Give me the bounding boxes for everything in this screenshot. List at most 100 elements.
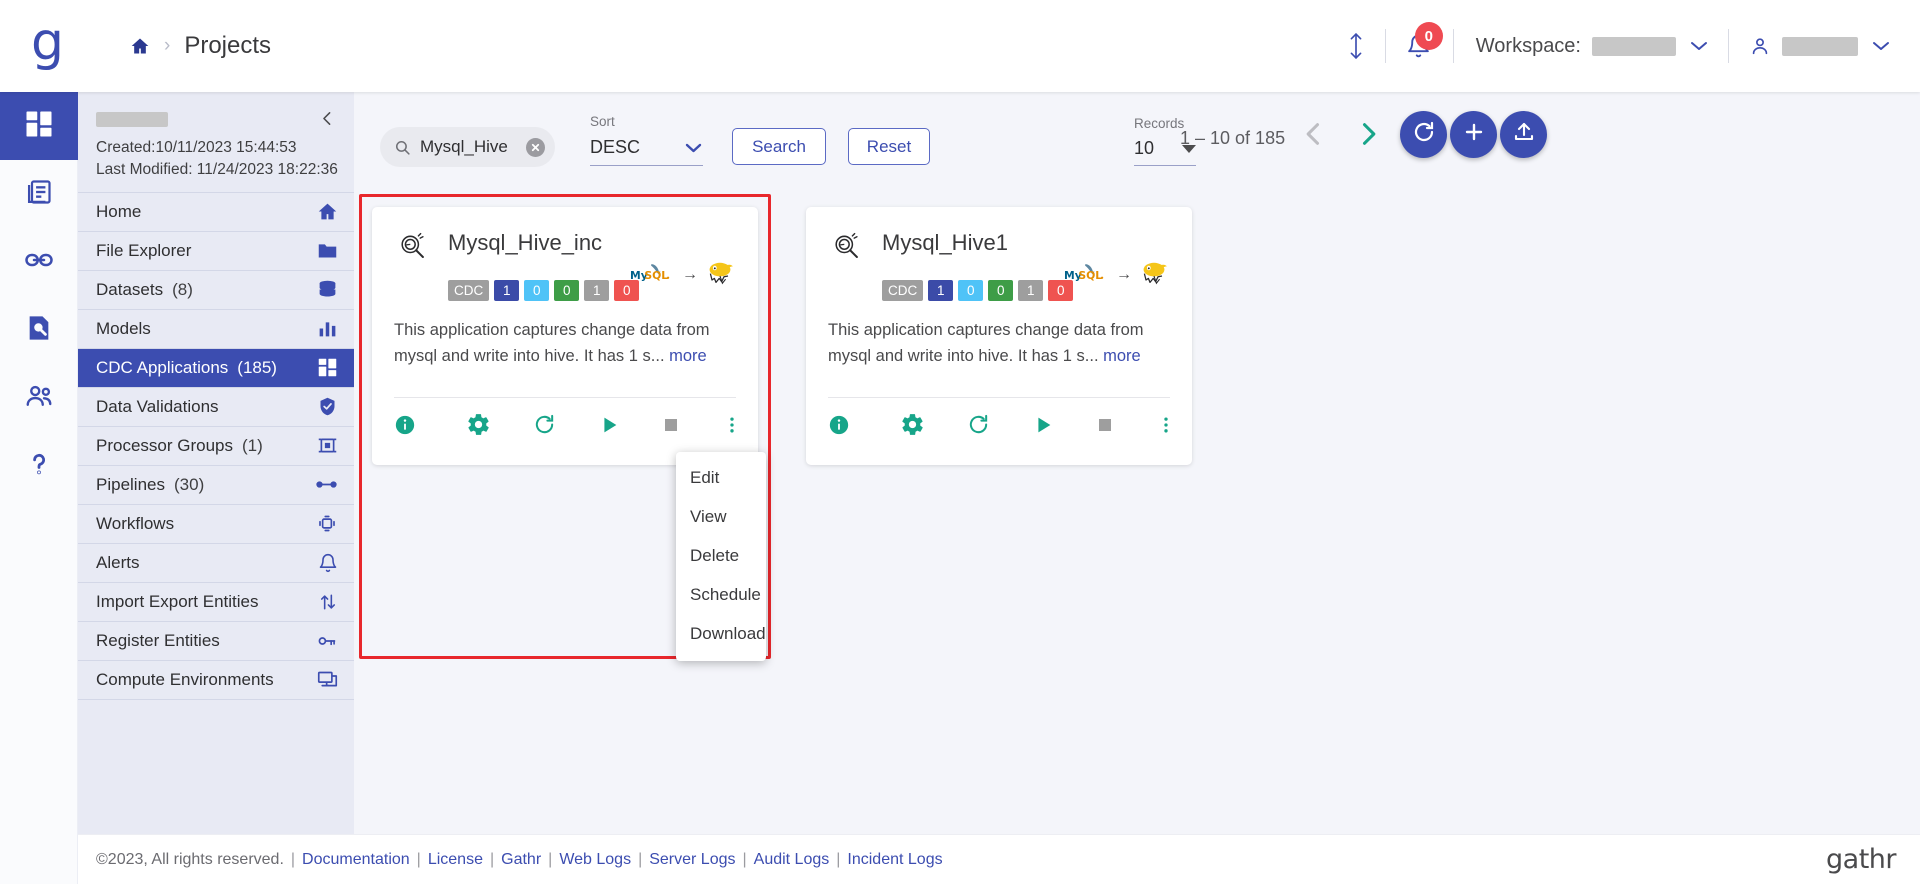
card-description-text: This application captures change data fr…: [394, 321, 710, 365]
gear-button[interactable]: [466, 412, 491, 437]
sidebar-item-compute-environments[interactable]: Compute Environments: [78, 661, 354, 700]
app-root: g › Projects 0 Workspace: Created:10/11/…: [0, 0, 1920, 884]
rail-item-users[interactable]: [0, 364, 78, 432]
sidebar-header: [78, 92, 354, 131]
rail-item-dashboard[interactable]: [0, 92, 78, 160]
rail-item-help[interactable]: [0, 432, 78, 500]
clear-circle-icon[interactable]: [526, 137, 545, 157]
stop-button[interactable]: [1096, 416, 1114, 434]
icon-rail: [0, 92, 78, 884]
sidebar-item-processor-groups[interactable]: Processor Groups (1): [78, 427, 354, 466]
sidebar-item-label: CDC Applications: [96, 357, 229, 377]
sort-select[interactable]: Sort DESC: [590, 114, 703, 166]
workflow-icon: [316, 513, 338, 534]
records-value: 10: [1134, 138, 1155, 158]
upload-icon: [1512, 120, 1536, 149]
rail-item-projects[interactable]: [0, 160, 78, 228]
search-icon: [394, 139, 411, 156]
upload-button[interactable]: [1500, 111, 1547, 158]
sidebar-item-workflows[interactable]: Workflows: [78, 505, 354, 544]
footer-link-audit-logs[interactable]: Audit Logs: [754, 851, 830, 868]
footer-divider: |: [548, 850, 553, 868]
reset-button[interactable]: Reset: [848, 128, 930, 165]
card-context-menu: Edit View Delete Schedule Download: [676, 452, 766, 661]
stop-button[interactable]: [662, 416, 680, 434]
more-link[interactable]: more: [1103, 347, 1141, 365]
sidebar-item-label: Data Validations: [96, 396, 219, 416]
search-button[interactable]: Search: [732, 128, 826, 165]
context-menu-item-edit[interactable]: Edit: [676, 458, 766, 497]
sidebar-item-cdc-applications[interactable]: CDC Applications (185): [78, 348, 354, 388]
pagination-next-button[interactable]: [1354, 120, 1382, 148]
refresh-button[interactable]: [967, 413, 990, 436]
sidebar-item-datasets[interactable]: Datasets (8): [78, 271, 354, 310]
sidebar-item-label: File Explorer: [96, 240, 192, 260]
gear-button[interactable]: [900, 412, 925, 437]
status-badge: CDC: [882, 280, 924, 301]
mysql-logo: My SQL: [1064, 259, 1110, 290]
sidebar-item-label: Import Export Entities: [96, 591, 259, 611]
sidebar-item-label: Home: [96, 201, 142, 221]
sidebar-item-register-entities[interactable]: Register Entities: [78, 622, 354, 661]
card-divider: [394, 397, 736, 398]
workspace-chevron-down-icon[interactable]: [1690, 40, 1708, 52]
page-title: Projects: [184, 32, 272, 59]
play-button[interactable]: [1032, 414, 1054, 436]
rail-item-connections[interactable]: [0, 228, 78, 296]
notification-bell[interactable]: 0: [1386, 22, 1453, 59]
sidebar-item-data-validations[interactable]: Data Validations: [78, 388, 354, 427]
toolbar: Mysql_Hive Sort DESC Search Reset Record…: [354, 92, 1920, 202]
play-button[interactable]: [598, 414, 620, 436]
refresh-button[interactable]: [533, 413, 556, 436]
sidebar-item-label: Datasets: [96, 279, 164, 299]
workspace-value[interactable]: [1592, 36, 1676, 56]
hive-logo: [704, 259, 736, 290]
sidebar-item-home[interactable]: Home: [78, 193, 354, 232]
footer-divider: |: [638, 850, 643, 868]
context-menu-item-schedule[interactable]: Schedule: [676, 575, 766, 614]
footer-link-documentation[interactable]: Documentation: [302, 851, 410, 868]
more-vertical-button[interactable]: [722, 414, 742, 436]
more-vertical-button[interactable]: [1156, 414, 1176, 436]
sort-vertical-icon[interactable]: [1327, 29, 1385, 63]
user-value[interactable]: [1782, 36, 1858, 56]
sidebar-item-import-export-entities[interactable]: Import Export Entities: [78, 583, 354, 622]
application-card[interactable]: Mysql_Hive1 CDC 1 0 0 1 0 My SQL → This applicatio…: [806, 207, 1192, 465]
pagination-prev-button[interactable]: [1300, 120, 1328, 148]
rail-item-explore[interactable]: [0, 296, 78, 364]
context-menu-item-delete[interactable]: Delete: [676, 536, 766, 575]
sidebar-item-alerts[interactable]: Alerts: [78, 544, 354, 583]
info-button[interactable]: [394, 414, 416, 436]
workspace-label: Workspace:: [1475, 34, 1581, 57]
context-menu-item-download[interactable]: Download: [676, 614, 766, 653]
refresh-button[interactable]: [1400, 111, 1447, 158]
mysql-logo: My SQL: [630, 259, 676, 290]
sidebar-item-models[interactable]: Models: [78, 310, 354, 349]
more-link[interactable]: more: [669, 347, 707, 365]
home-icon[interactable]: [130, 36, 150, 56]
footer-link-license[interactable]: License: [428, 851, 483, 868]
sidebar-item-label: Workflows: [96, 513, 175, 533]
sidebar-item-pipelines[interactable]: Pipelines (30): [78, 466, 354, 505]
monitor-icon: [317, 669, 338, 690]
home-icon: [317, 201, 338, 222]
brand-logo[interactable]: g: [0, 0, 95, 92]
user-chevron-down-icon[interactable]: [1872, 40, 1890, 52]
link-icon: [24, 245, 54, 280]
card-description: This application captures change data fr…: [394, 318, 736, 369]
add-button[interactable]: [1450, 111, 1497, 158]
footer-link-incident-logs[interactable]: Incident Logs: [847, 851, 942, 868]
chevron-left-icon[interactable]: [319, 106, 336, 127]
footer-link-server-logs[interactable]: Server Logs: [649, 851, 735, 868]
connector-logos: My SQL →: [1064, 259, 1170, 290]
application-card[interactable]: Mysql_Hive_inc CDC 1 0 0 1 0 My SQL → This applica…: [372, 207, 758, 465]
svg-text:SQL: SQL: [644, 269, 668, 282]
breadcrumb: › Projects: [130, 32, 271, 60]
footer-link-web-logs[interactable]: Web Logs: [559, 851, 631, 868]
sort-value: DESC: [590, 137, 641, 157]
info-button[interactable]: [828, 414, 850, 436]
context-menu-item-view[interactable]: View: [676, 497, 766, 536]
footer-link-gathr[interactable]: Gathr: [501, 851, 541, 868]
sidebar-item-file-explorer[interactable]: File Explorer: [78, 232, 354, 271]
search-input[interactable]: Mysql_Hive: [380, 127, 555, 167]
